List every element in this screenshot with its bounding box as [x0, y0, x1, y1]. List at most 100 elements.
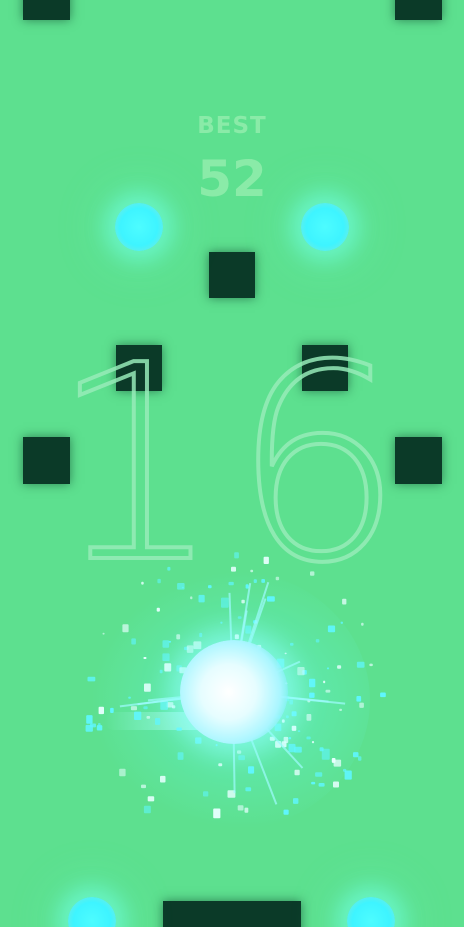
particle [221, 597, 229, 608]
particle [325, 689, 331, 693]
particle [199, 632, 203, 638]
particle [237, 805, 244, 811]
particle [159, 669, 163, 674]
particle [356, 661, 365, 668]
particle [293, 798, 299, 804]
particle [131, 638, 136, 645]
particle [267, 596, 275, 602]
particle [220, 621, 223, 624]
particle [241, 599, 245, 604]
particle [213, 808, 221, 819]
particle [155, 718, 161, 725]
particle [167, 566, 171, 571]
particle [333, 781, 339, 788]
particle [157, 578, 161, 584]
particle [176, 727, 182, 731]
particle [309, 692, 315, 698]
particle [310, 571, 315, 576]
particle [326, 667, 330, 670]
particle [340, 621, 343, 624]
particle [143, 657, 147, 659]
particle [198, 594, 205, 603]
particle [177, 583, 185, 590]
particle [215, 744, 218, 747]
particle [162, 640, 170, 648]
particle [171, 705, 176, 709]
particle [306, 736, 311, 740]
particle [98, 723, 101, 726]
particle [143, 706, 148, 710]
particle [134, 711, 142, 720]
particle [309, 678, 316, 688]
particle [333, 759, 342, 767]
particle [238, 755, 245, 761]
particle [234, 634, 239, 640]
particle [245, 625, 252, 634]
particle [237, 750, 242, 754]
particle [344, 770, 352, 780]
particle [130, 706, 137, 711]
particle [261, 579, 265, 583]
particle [288, 743, 296, 753]
particle [297, 667, 305, 676]
particle [294, 769, 300, 776]
particle [168, 640, 172, 643]
particle [327, 625, 336, 633]
particle [195, 737, 202, 744]
particle [291, 711, 297, 717]
particle [119, 768, 126, 777]
particle [339, 708, 342, 711]
particle [288, 737, 292, 740]
particle [250, 569, 254, 573]
particle [283, 809, 289, 815]
particle [237, 616, 242, 619]
particle [315, 639, 320, 643]
particle [164, 663, 172, 672]
particle [190, 596, 193, 600]
particle [146, 716, 151, 719]
particle [342, 598, 347, 605]
particle [218, 763, 223, 767]
particle [122, 624, 129, 633]
particle [96, 725, 103, 731]
particle [289, 699, 293, 705]
particle [102, 632, 105, 635]
particle [380, 692, 386, 698]
particle [297, 730, 301, 733]
particle [315, 772, 323, 777]
particle [90, 723, 96, 728]
particle [193, 641, 202, 650]
particle [311, 741, 315, 744]
particle [208, 585, 212, 589]
particle [231, 566, 236, 572]
particle [263, 556, 269, 564]
particle [98, 706, 104, 715]
particle [284, 652, 287, 655]
particle [253, 579, 257, 583]
particle [186, 645, 194, 653]
particle [87, 676, 96, 682]
particle [353, 752, 359, 758]
particle [143, 805, 151, 814]
particle [203, 791, 209, 797]
particle [156, 607, 160, 612]
particle [86, 715, 93, 724]
particle [176, 634, 181, 640]
particle [147, 796, 155, 802]
particle [359, 702, 364, 708]
particle [290, 642, 294, 646]
particle [337, 665, 342, 669]
particle [361, 622, 364, 626]
particle [228, 581, 234, 586]
particle [245, 787, 252, 792]
game-screen[interactable]: BEST 52 16 [0, 0, 464, 927]
particle [285, 715, 289, 719]
particle [356, 696, 362, 702]
particle [306, 714, 312, 721]
particle [318, 783, 325, 787]
particle [323, 680, 326, 684]
particle [245, 584, 249, 589]
player-ball-icon [180, 640, 288, 744]
particle [244, 807, 249, 813]
particle [141, 581, 144, 585]
